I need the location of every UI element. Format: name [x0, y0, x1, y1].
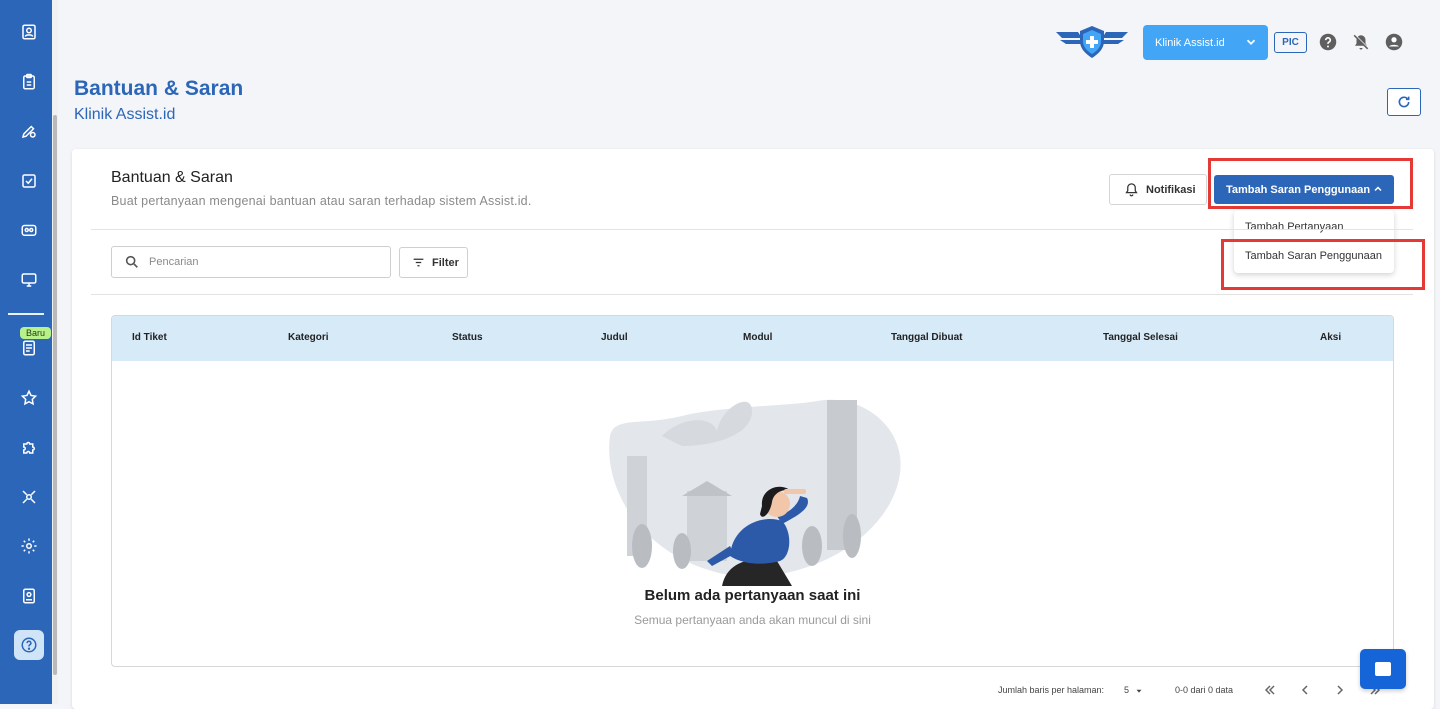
column-header[interactable]: Status [452, 332, 483, 343]
chat-icon [1375, 662, 1391, 676]
network-icon[interactable] [14, 482, 44, 512]
column-header[interactable]: Judul [601, 332, 628, 343]
empty-state-title: Belum ada pertanyaan saat ini [644, 587, 861, 604]
puzzle-icon[interactable] [14, 432, 44, 462]
document-icon[interactable] [14, 333, 44, 363]
search-icon [125, 255, 138, 268]
brand-logo [1054, 24, 1130, 60]
clinic-select-label: Klinik Assist.id [1155, 36, 1225, 49]
column-header[interactable]: Modul [743, 332, 772, 343]
pagination-count: 0-0 dari 0 data [1175, 685, 1234, 695]
card-description: Buat pertanyaan mengenai bantuan atau sa… [111, 194, 532, 208]
previous-page-icon[interactable] [1297, 682, 1313, 698]
chevron-down-icon [1246, 39, 1256, 45]
filter-icon [413, 258, 424, 267]
table-header: Id Tiket Kategori Status Judul Modul Tan… [112, 316, 1393, 361]
refresh-button[interactable] [1387, 88, 1421, 116]
card-title: Bantuan & Saran [111, 169, 233, 186]
search-input[interactable] [149, 256, 369, 268]
highlight-box-menu-item [1221, 239, 1425, 290]
user-card-icon[interactable] [14, 17, 44, 47]
sidebar-divider [8, 313, 44, 315]
content-card: Bantuan & Saran Buat pertanyaan mengenai… [72, 149, 1434, 709]
filter-label: Filter [432, 256, 459, 269]
monitor-icon[interactable] [14, 265, 44, 295]
scrollbar-thumb[interactable] [53, 115, 57, 675]
help-icon[interactable] [14, 630, 44, 660]
account-circle-icon[interactable] [1385, 33, 1403, 51]
notification-label: Notifikasi [1146, 183, 1196, 196]
column-header[interactable]: Kategori [288, 332, 329, 343]
gear-icon[interactable] [14, 531, 44, 561]
rows-per-page-value: 5 [1124, 685, 1130, 695]
refresh-icon [1398, 96, 1410, 108]
empty-state-subtitle: Semua pertanyaan anda akan muncul di sin… [634, 613, 871, 627]
checklist-icon[interactable] [14, 166, 44, 196]
tickets-table: Id Tiket Kategori Status Judul Modul Tan… [111, 315, 1394, 667]
column-header[interactable]: Id Tiket [132, 332, 167, 343]
next-page-icon[interactable] [1332, 682, 1348, 698]
filter-button[interactable]: Filter [399, 247, 468, 278]
rows-per-page-select[interactable]: 5 [1124, 685, 1142, 695]
report-icon[interactable] [14, 581, 44, 611]
column-header[interactable]: Tanggal Selesai [1103, 332, 1178, 343]
menu-item-add-question[interactable]: Tambah Pertanyaan [1245, 221, 1343, 233]
chat-button[interactable] [1360, 649, 1406, 689]
rows-per-page-label: Jumlah baris per halaman: [998, 685, 1105, 695]
clipboard-icon[interactable] [14, 67, 44, 97]
first-page-icon[interactable] [1262, 682, 1278, 698]
empty-state-illustration [609, 399, 901, 586]
pencil-cog-icon[interactable] [14, 116, 44, 146]
search-field[interactable] [111, 246, 391, 278]
column-header[interactable]: Tanggal Dibuat [891, 332, 962, 343]
column-header: Aksi [1320, 332, 1342, 343]
star-icon[interactable] [14, 383, 44, 413]
divider [91, 229, 1413, 230]
role-badge: PIC [1274, 32, 1307, 53]
divider [91, 294, 1413, 295]
page-subtitle: Klinik Assist.id [74, 106, 176, 123]
id-badge-icon[interactable] [14, 215, 44, 245]
highlight-box-button [1208, 158, 1413, 209]
clinic-select[interactable]: Klinik Assist.id [1143, 25, 1268, 60]
bell-icon [1125, 183, 1138, 197]
notification-button[interactable]: Notifikasi [1109, 174, 1207, 205]
help-circle-icon[interactable] [1319, 33, 1337, 51]
bell-off-icon[interactable] [1352, 33, 1370, 51]
page-title: Bantuan & Saran [74, 77, 244, 100]
caret-down-icon [1136, 689, 1142, 693]
sidebar: Baru [0, 0, 52, 704]
